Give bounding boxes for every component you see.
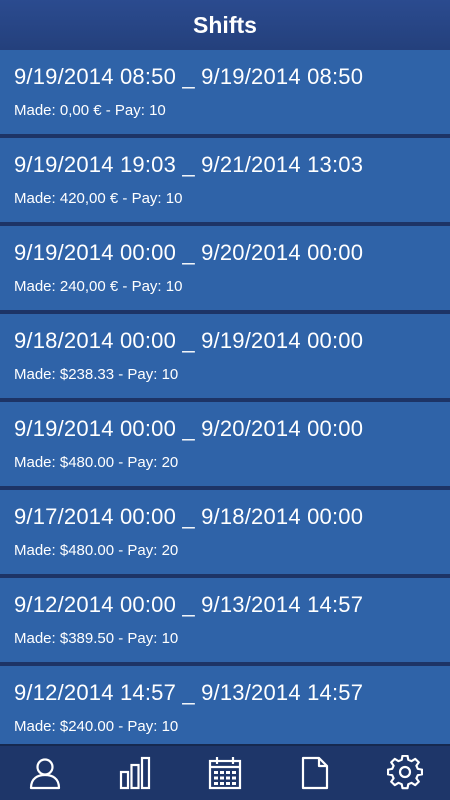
app-header: Shifts [0, 0, 450, 50]
shift-earnings: Made: $389.50 - Pay: 10 [14, 630, 179, 647]
calendar-icon [208, 757, 242, 790]
shift-date-range: 9/17/2014 00:00 _ 9/18/2014 00:00 [14, 504, 364, 529]
shift-list-item[interactable]: 9/19/2014 19:03 _ 9/21/2014 13:03 Made: … [0, 138, 450, 226]
bottom-tab-bar [0, 744, 450, 800]
shift-date-range: 9/19/2014 19:03 _ 9/21/2014 13:03 [14, 152, 364, 177]
shift-list-item[interactable]: 9/12/2014 14:57 _ 9/13/2014 14:57 Made: … [0, 666, 450, 744]
shift-earnings: Made: $480.00 - Pay: 20 [14, 454, 179, 471]
document-icon [301, 756, 329, 790]
tab-profile[interactable] [10, 748, 80, 798]
tab-settings[interactable] [370, 748, 440, 798]
shift-list-item[interactable]: 9/17/2014 00:00 _ 9/18/2014 00:00 Made: … [0, 490, 450, 578]
shift-list-item[interactable]: 9/19/2014 00:00 _ 9/20/2014 00:00 Made: … [0, 226, 450, 314]
shift-earnings: Made: $240.00 - Pay: 10 [14, 718, 179, 735]
app-screen: Shifts 9/19/2014 08:50 _ 9/19/2014 08:50… [0, 0, 450, 800]
tab-statistics[interactable] [100, 748, 170, 798]
shift-list[interactable]: 9/19/2014 08:50 _ 9/19/2014 08:50 Made: … [0, 50, 450, 744]
shift-earnings: Made: 0,00 € - Pay: 10 [14, 102, 166, 119]
shift-list-item[interactable]: 9/18/2014 00:00 _ 9/19/2014 00:00 Made: … [0, 314, 450, 402]
shift-date-range: 9/18/2014 00:00 _ 9/19/2014 00:00 [14, 328, 364, 353]
gear-icon [387, 755, 423, 790]
person-icon [29, 758, 61, 790]
shift-date-range: 9/19/2014 00:00 _ 9/20/2014 00:00 [14, 416, 364, 441]
bar-chart-icon [119, 756, 151, 790]
shift-earnings: Made: $238.33 - Pay: 10 [14, 366, 179, 383]
shift-date-range: 9/19/2014 08:50 _ 9/19/2014 08:50 [14, 64, 364, 89]
shift-earnings: Made: 420,00 € - Pay: 10 [14, 190, 183, 207]
tab-reports[interactable] [280, 748, 350, 798]
shift-list-item[interactable]: 9/12/2014 00:00 _ 9/13/2014 14:57 Made: … [0, 578, 450, 666]
shift-date-range: 9/12/2014 14:57 _ 9/13/2014 14:57 [14, 680, 364, 705]
tab-calendar[interactable] [190, 748, 260, 798]
page-title: Shifts [193, 11, 257, 38]
shift-earnings: Made: 240,00 € - Pay: 10 [14, 278, 183, 295]
shift-earnings: Made: $480.00 - Pay: 20 [14, 542, 179, 559]
shift-list-item[interactable]: 9/19/2014 00:00 _ 9/20/2014 00:00 Made: … [0, 402, 450, 490]
shift-date-range: 9/12/2014 00:00 _ 9/13/2014 14:57 [14, 592, 364, 617]
shift-list-item[interactable]: 9/19/2014 08:50 _ 9/19/2014 08:50 Made: … [0, 50, 450, 138]
shift-date-range: 9/19/2014 00:00 _ 9/20/2014 00:00 [14, 240, 364, 265]
